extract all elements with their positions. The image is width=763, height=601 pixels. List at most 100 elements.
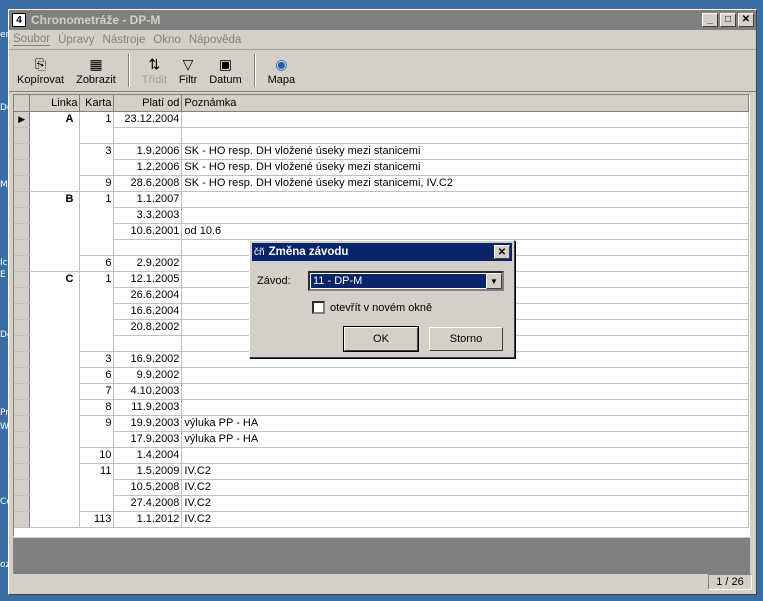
row-selector[interactable]: [14, 175, 31, 192]
cell-poznamka[interactable]: [181, 111, 749, 128]
cell-linka[interactable]: [29, 335, 81, 351]
cell-linka[interactable]: [29, 383, 81, 399]
sort-button[interactable]: ⇅ Třídit: [136, 52, 173, 89]
maximize-button[interactable]: □: [720, 13, 736, 27]
cell-karta[interactable]: [79, 431, 115, 448]
row-selector[interactable]: [14, 287, 31, 304]
cell-poznamka[interactable]: [181, 399, 749, 416]
cell-karta[interactable]: [79, 303, 115, 319]
cell-plati-od[interactable]: 10.5.2008: [113, 479, 183, 496]
table-row[interactable]: [14, 127, 749, 144]
row-selector[interactable]: [14, 127, 31, 144]
row-selector[interactable]: [14, 495, 31, 512]
cell-linka[interactable]: [29, 415, 81, 431]
view-button[interactable]: ▦ Zobrazit: [70, 52, 122, 89]
cell-poznamka[interactable]: SK - HO resp. DH vložené úseky mezi stan…: [181, 175, 749, 192]
table-row[interactable]: 3.3.2003: [14, 207, 749, 224]
cell-linka[interactable]: [29, 175, 81, 192]
filter-button[interactable]: ▽ Filtr: [173, 52, 203, 89]
cell-plati-od[interactable]: 1.5.2009: [113, 463, 183, 480]
table-row[interactable]: 10.5.2008 IV.C2: [14, 479, 749, 496]
cell-karta[interactable]: [79, 495, 115, 512]
cell-plati-od[interactable]: 11.9.2003: [113, 399, 183, 416]
cell-plati-od[interactable]: [113, 239, 183, 256]
dialog-close-button[interactable]: ✕: [494, 245, 510, 259]
table-row[interactable]: ▶ A 1 23.12.2004: [14, 111, 749, 128]
cell-plati-od[interactable]: 23.12.2004: [113, 111, 183, 128]
cell-poznamka[interactable]: SK - HO resp. DH vložené úseky mezi stan…: [181, 143, 749, 160]
cell-plati-od[interactable]: 2.9.2002: [113, 255, 183, 272]
row-selector[interactable]: [14, 223, 31, 240]
cell-karta[interactable]: 113: [79, 511, 115, 528]
cell-linka[interactable]: [29, 463, 81, 479]
cell-linka[interactable]: [29, 319, 81, 335]
cell-linka[interactable]: [29, 207, 81, 223]
cell-plati-od[interactable]: 28.6.2008: [113, 175, 183, 192]
cell-linka[interactable]: [29, 255, 81, 272]
cell-poznamka[interactable]: od 10.6: [181, 223, 749, 240]
row-selector[interactable]: [14, 207, 31, 224]
cell-plati-od[interactable]: 1.1.2007: [113, 191, 183, 208]
row-selector[interactable]: [14, 447, 31, 464]
table-row[interactable]: 10 1.4.2004: [14, 447, 749, 464]
cell-karta[interactable]: [79, 127, 115, 144]
cell-poznamka[interactable]: výluka PP - HA: [181, 415, 749, 432]
date-button[interactable]: ▣ Datum: [203, 52, 247, 89]
cell-karta[interactable]: 10: [79, 447, 115, 464]
cell-plati-od[interactable]: 1.4.2004: [113, 447, 183, 464]
row-selector[interactable]: [14, 239, 31, 256]
cell-karta[interactable]: [79, 159, 115, 176]
cell-karta[interactable]: 1: [79, 111, 115, 127]
cell-plati-od[interactable]: 3.3.2003: [113, 207, 183, 224]
cell-linka[interactable]: A: [29, 111, 81, 127]
row-selector[interactable]: [14, 351, 31, 368]
cell-plati-od[interactable]: 4.10.2003: [113, 383, 183, 400]
column-header-plati-od[interactable]: Platí od: [113, 95, 183, 112]
table-row[interactable]: 6 9.9.2002: [14, 367, 749, 384]
row-selector[interactable]: [14, 271, 31, 288]
map-button[interactable]: ◉ Mapa: [262, 52, 302, 89]
cell-karta[interactable]: [79, 287, 115, 303]
row-selector[interactable]: [14, 415, 31, 432]
cell-linka[interactable]: [29, 287, 81, 303]
cell-plati-od[interactable]: 12.1.2005: [113, 271, 183, 288]
cell-linka[interactable]: C: [29, 271, 81, 287]
table-row[interactable]: 11 1.5.2009 IV.C2: [14, 463, 749, 480]
cell-plati-od[interactable]: 16.6.2004: [113, 303, 183, 320]
cell-plati-od[interactable]: 17.9.2003: [113, 431, 183, 448]
column-header-karta[interactable]: Karta: [79, 95, 115, 112]
cell-linka[interactable]: [29, 143, 81, 159]
cell-poznamka[interactable]: [181, 207, 749, 224]
current-row-indicator[interactable]: ▶: [14, 111, 31, 128]
row-selector[interactable]: [14, 335, 31, 352]
table-row[interactable]: 3 1.9.2006 SK - HO resp. DH vložené úseky …: [14, 143, 749, 160]
menu-nastroje[interactable]: Nástroje: [103, 34, 146, 46]
cell-poznamka[interactable]: IV.C2: [181, 511, 749, 528]
cell-karta[interactable]: 9: [79, 175, 115, 192]
menu-napoveda[interactable]: Nápověda: [189, 34, 241, 46]
table-row[interactable]: 9 28.6.2008 SK - HO resp. DH vložené úseky…: [14, 175, 749, 192]
cell-plati-od[interactable]: 10.6.2001: [113, 223, 183, 240]
row-selector[interactable]: [14, 479, 31, 496]
cell-poznamka[interactable]: IV.C2: [181, 463, 749, 480]
table-row[interactable]: 27.4.2008 IV.C2: [14, 495, 749, 512]
cell-poznamka[interactable]: výluka PP - HA: [181, 431, 749, 448]
cell-karta[interactable]: 8: [79, 399, 115, 416]
cell-karta[interactable]: 3: [79, 351, 115, 368]
cell-linka[interactable]: [29, 127, 81, 143]
row-selector[interactable]: [14, 143, 31, 160]
new-window-checkbox-row[interactable]: otevřít v novém okně: [312, 301, 432, 314]
cell-poznamka[interactable]: IV.C2: [181, 479, 749, 496]
cell-karta[interactable]: [79, 239, 115, 256]
cell-plati-od[interactable]: 20.8.2002: [113, 319, 183, 336]
table-row[interactable]: 8 11.9.2003: [14, 399, 749, 416]
row-selector[interactable]: [14, 463, 31, 480]
cell-karta[interactable]: [79, 223, 115, 239]
column-header-poznamka[interactable]: Poznámka: [181, 95, 749, 112]
table-row[interactable]: B 1 1.1.2007: [14, 191, 749, 208]
cell-poznamka[interactable]: [181, 191, 749, 208]
cell-linka[interactable]: [29, 367, 81, 383]
new-window-checkbox[interactable]: [312, 301, 325, 314]
cell-poznamka[interactable]: [181, 367, 749, 384]
cell-linka[interactable]: [29, 159, 81, 175]
